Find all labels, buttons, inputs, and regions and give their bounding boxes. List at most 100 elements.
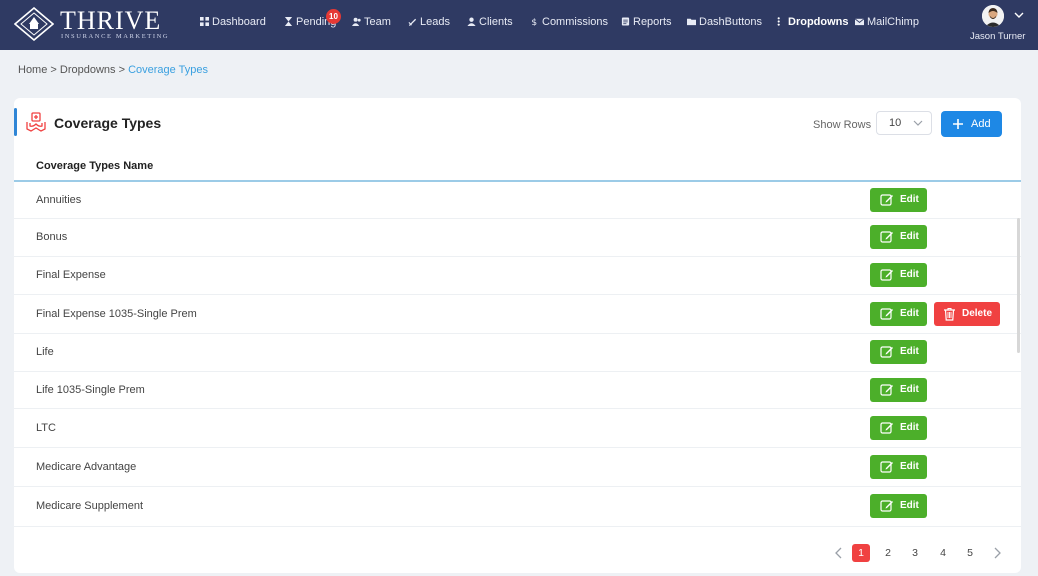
breadcrumb-separator: > xyxy=(115,64,129,76)
coverage-types-card: Coverage Types Show Rows 10 Add Coverage… xyxy=(14,98,1021,573)
clients-icon xyxy=(467,17,476,26)
nav-mailchimp[interactable]: MailChimp xyxy=(855,14,919,30)
coverage-type-name: Life 1035-Single Prem xyxy=(36,383,145,396)
nav-team-label: Team xyxy=(364,16,391,28)
dashboard-icon xyxy=(200,17,209,26)
dollar-icon: $ xyxy=(531,18,537,26)
svg-text:$: $ xyxy=(531,18,537,26)
chevron-left-icon[interactable] xyxy=(834,547,844,559)
table-row: Final Expense Edit xyxy=(14,257,1021,295)
breadcrumb: Home > Dropdowns > Coverage Types xyxy=(18,64,208,76)
table-row: Annuities Edit xyxy=(14,183,1021,219)
add-button[interactable]: Add xyxy=(941,111,1002,137)
breadcrumb-separator: > xyxy=(47,64,60,76)
nav-dropdowns-label: Dropdowns xyxy=(788,16,849,28)
table-row: Bonus Edit xyxy=(14,219,1021,257)
coverage-type-name: LTC xyxy=(36,421,56,434)
edit-icon xyxy=(880,346,893,358)
scrollbar[interactable] xyxy=(1017,218,1020,353)
edit-icon xyxy=(880,500,893,512)
breadcrumb-current: Coverage Types xyxy=(128,64,208,76)
page-5[interactable]: 5 xyxy=(961,544,979,562)
thrive-logo[interactable]: THRIVE INSURANCE MARKETING xyxy=(14,5,168,45)
nav-dashboard[interactable]: Dashboard xyxy=(200,14,266,30)
chevron-right-icon[interactable] xyxy=(992,547,1002,559)
edit-button[interactable]: Edit xyxy=(870,377,927,402)
dropdowns-icon xyxy=(777,17,780,26)
nav-reports[interactable]: Reports xyxy=(621,14,672,30)
mail-icon xyxy=(855,18,864,26)
nav-leads[interactable]: Leads xyxy=(408,14,450,30)
nav-dashbuttons[interactable]: DashButtons xyxy=(687,14,762,30)
hourglass-icon xyxy=(284,17,293,26)
coverage-type-name: Life xyxy=(36,346,54,358)
page-1[interactable]: 1 xyxy=(852,544,870,562)
edit-button-label: Edit xyxy=(900,421,919,433)
edit-button[interactable]: Edit xyxy=(870,301,927,326)
edit-button-label: Edit xyxy=(900,500,919,511)
delete-button[interactable]: Delete xyxy=(934,301,1000,326)
breadcrumb-dropdowns[interactable]: Dropdowns xyxy=(60,64,116,76)
nav-dropdowns[interactable]: Dropdowns xyxy=(776,14,849,30)
nav-dashbuttons-label: DashButtons xyxy=(699,16,762,28)
page-2[interactable]: 2 xyxy=(879,544,897,562)
logo-wordmark: THRIVE xyxy=(60,6,162,35)
edit-button[interactable]: Edit xyxy=(870,415,927,440)
pending-count-badge: 10 xyxy=(326,9,341,24)
table-row: Life Edit xyxy=(14,334,1021,372)
nav-leads-label: Leads xyxy=(420,16,450,28)
edit-button[interactable]: Edit xyxy=(870,263,927,287)
logo-diamond-icon xyxy=(14,7,54,41)
show-rows-label: Show Rows xyxy=(813,119,872,131)
edit-button-label: Edit xyxy=(900,194,919,205)
chevron-down-icon[interactable] xyxy=(1014,11,1024,19)
edit-button[interactable]: Edit xyxy=(870,454,927,479)
top-navbar: THRIVE INSURANCE MARKETING Dashboard Pen… xyxy=(0,0,1038,50)
nav-clients-label: Clients xyxy=(479,16,513,28)
table-row: Medicare Advantage Edit xyxy=(14,448,1021,487)
page-title: Coverage Types xyxy=(54,115,162,131)
edit-button-label: Edit xyxy=(900,346,919,357)
column-header-name[interactable]: Coverage Types Name xyxy=(36,160,153,172)
nav-team[interactable]: Team xyxy=(352,14,391,30)
avatar[interactable] xyxy=(982,5,1004,27)
coverage-type-name: Final Expense xyxy=(36,269,106,281)
table-row: Life 1035-Single Prem Edit xyxy=(14,372,1021,409)
edit-icon xyxy=(880,231,893,243)
page-3[interactable]: 3 xyxy=(906,544,924,562)
coverage-type-name: Final Expense 1035-Single Prem xyxy=(36,307,197,320)
logo-tagline: INSURANCE MARKETING xyxy=(61,33,170,40)
chevron-down-icon xyxy=(913,120,923,126)
user-menu[interactable]: Jason Turner xyxy=(970,3,1032,47)
coverage-hands-icon xyxy=(26,112,46,132)
page-4[interactable]: 4 xyxy=(934,544,952,562)
edit-icon xyxy=(880,307,893,320)
edit-button[interactable]: Edit xyxy=(870,225,927,249)
coverage-type-name: Medicare Advantage xyxy=(36,460,137,473)
coverage-type-name: Medicare Supplement xyxy=(36,500,144,512)
coverage-type-name: Annuities xyxy=(36,194,82,206)
trash-icon xyxy=(944,307,955,321)
edit-button-label: Edit xyxy=(900,307,919,319)
plus-icon xyxy=(953,119,963,129)
team-icon xyxy=(352,17,361,26)
breadcrumb-home[interactable]: Home xyxy=(18,64,47,76)
edit-button-label: Edit xyxy=(900,383,919,395)
edit-icon xyxy=(880,421,893,434)
edit-button[interactable]: Edit xyxy=(870,340,927,364)
nav-dashboard-label: Dashboard xyxy=(212,16,266,28)
nav-commissions-label: Commissions xyxy=(542,16,609,28)
nav-clients[interactable]: Clients xyxy=(467,14,513,30)
delete-button-label: Delete xyxy=(962,307,993,319)
add-button-label: Add xyxy=(971,118,991,130)
edit-button[interactable]: Edit xyxy=(870,188,927,212)
nav-commissions[interactable]: $ Commissions xyxy=(530,14,608,30)
reports-icon xyxy=(621,17,630,26)
edit-button-label: Edit xyxy=(900,231,919,242)
table-header: Coverage Types Name xyxy=(14,154,1021,182)
user-name: Jason Turner xyxy=(970,31,1026,42)
leads-icon xyxy=(408,18,417,26)
edit-button[interactable]: Edit xyxy=(870,494,927,518)
edit-icon xyxy=(880,194,893,206)
rows-per-page-select[interactable]: 10 xyxy=(876,111,932,135)
